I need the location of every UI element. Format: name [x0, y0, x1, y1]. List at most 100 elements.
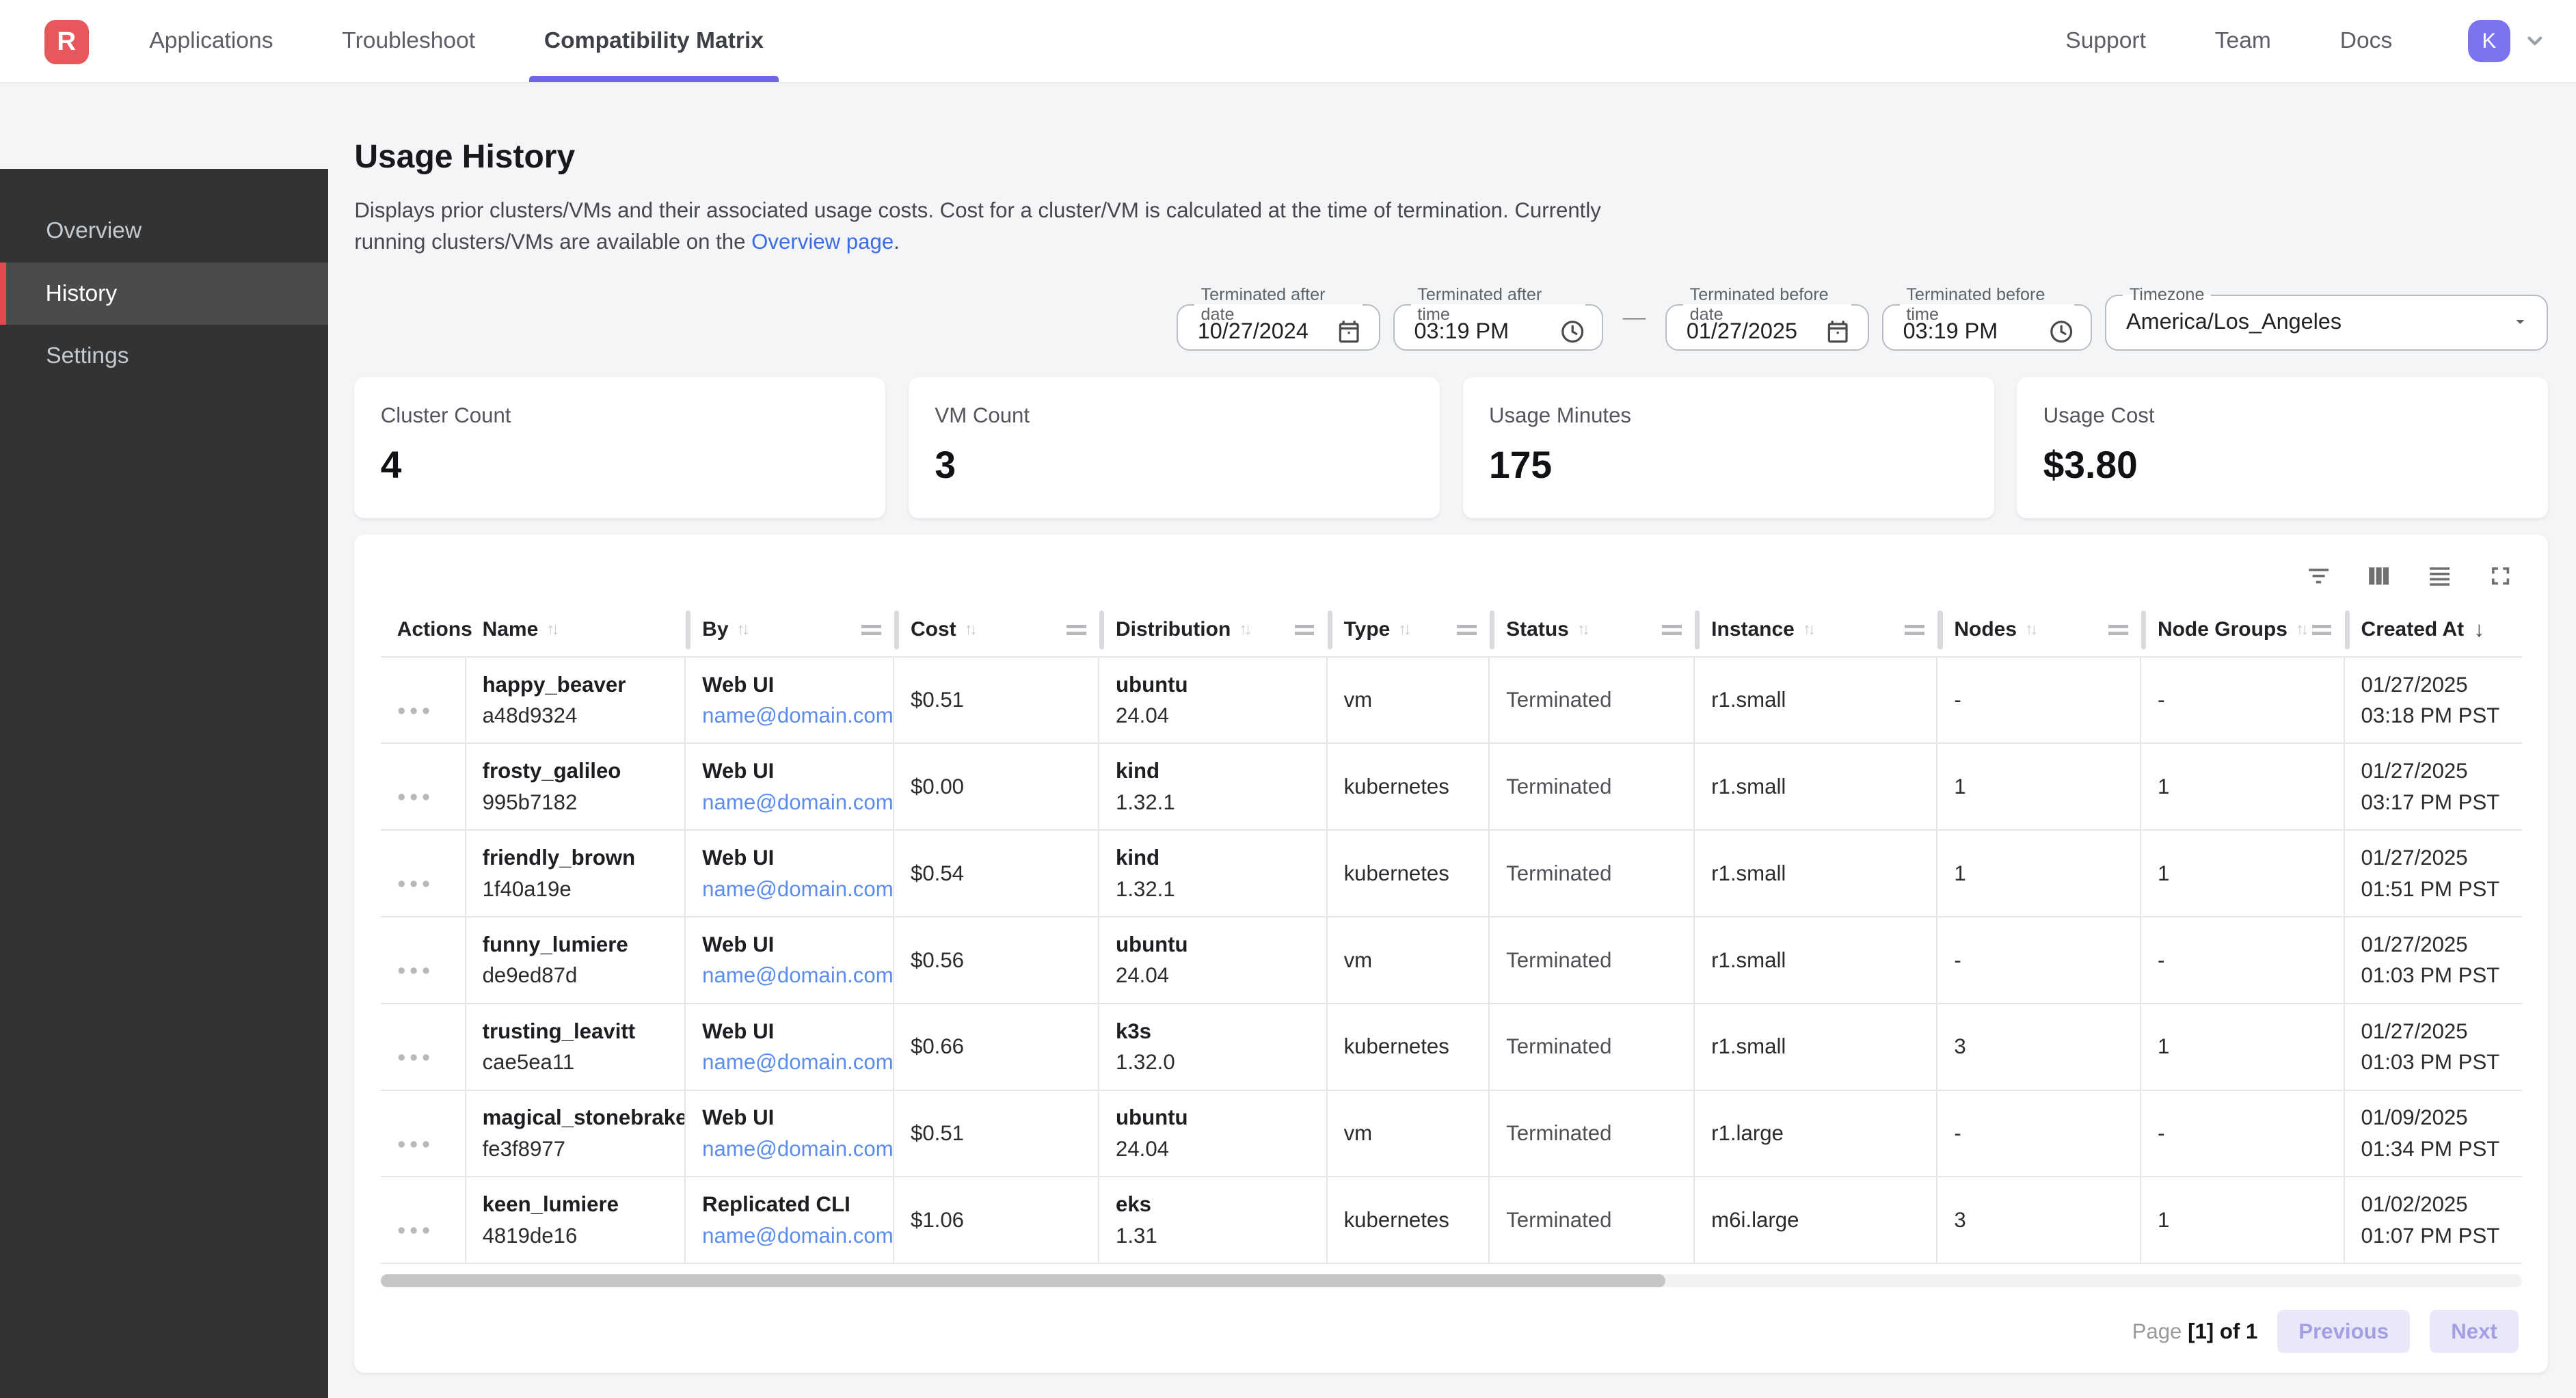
column-header-distribution[interactable]: Distribution↑↓ [1099, 604, 1328, 656]
column-header-name[interactable]: Name↑↓ [466, 604, 686, 656]
cell-instance: r1.small [1695, 658, 1937, 743]
previous-button[interactable]: Previous [2277, 1310, 2410, 1352]
row-actions-icon[interactable]: ●●● [397, 935, 434, 985]
terminated-after-date-field[interactable]: Terminated after date 10/27/2024 [1177, 285, 1380, 351]
tab-troubleshoot[interactable]: Troubleshoot [327, 0, 490, 82]
row-actions-icon[interactable]: ●●● [397, 1195, 434, 1246]
timezone-select[interactable]: Timezone America/Los_Angeles [2105, 285, 2548, 351]
column-header-instance[interactable]: Instance↑↓ [1695, 604, 1937, 656]
sidebar-item-history[interactable]: History [0, 263, 328, 325]
drag-handle-icon[interactable] [861, 625, 881, 634]
sort-icon[interactable]: ↑↓ [1239, 620, 1248, 639]
terminated-after-time-field[interactable]: Terminated after time 03:19 PM [1393, 285, 1603, 351]
column-header-nodes[interactable]: Nodes↑↓ [1937, 604, 2141, 656]
avatar[interactable]: K [2468, 20, 2510, 62]
created-by-email-link[interactable]: name@domain.com [702, 874, 883, 905]
timezone-value[interactable]: America/Los_Angeles [2126, 309, 2342, 334]
created-by-email-link[interactable]: name@domain.com [702, 1047, 883, 1078]
cell-actions: ●●● [381, 831, 466, 916]
calendar-icon[interactable] [1336, 319, 1362, 345]
sort-icon[interactable]: ↑↓ [546, 620, 556, 639]
row-actions-icon[interactable]: ●●● [397, 762, 434, 812]
filter-icon[interactable] [2304, 561, 2333, 591]
drag-handle-icon[interactable] [1457, 625, 1477, 634]
created-by-email-link[interactable]: name@domain.com [702, 700, 883, 731]
clock-icon[interactable] [2048, 319, 2074, 345]
terminated-before-time-field[interactable]: Terminated before time 03:19 PM [1882, 285, 2092, 351]
terminated-after-date-value[interactable]: 10/27/2024 [1198, 319, 1309, 344]
column-separator[interactable] [2345, 610, 2350, 650]
sort-icon[interactable]: ↑↓ [737, 620, 747, 639]
account-menu[interactable]: K [2468, 20, 2547, 62]
column-separator[interactable] [1937, 610, 1942, 650]
terminated-after-time-value[interactable]: 03:19 PM [1414, 319, 1510, 344]
sort-icon[interactable]: ↑↓ [1398, 620, 1408, 639]
columns-icon[interactable] [2364, 561, 2393, 591]
column-separator[interactable] [1695, 610, 1700, 650]
calendar-icon[interactable] [1825, 319, 1851, 345]
column-label: Type [1344, 618, 1391, 641]
nav-link-support[interactable]: Support [2065, 28, 2146, 54]
row-actions-icon[interactable]: ●●● [397, 1108, 434, 1159]
column-separator[interactable] [2141, 610, 2146, 650]
horizontal-scrollbar-thumb[interactable] [381, 1274, 1665, 1287]
terminated-before-date-field[interactable]: Terminated before date 01/27/2025 [1665, 285, 1869, 351]
nav-link-team[interactable]: Team [2215, 28, 2271, 54]
tab-applications[interactable]: Applications [135, 0, 288, 82]
created-time: 01:07 PM PST [2361, 1220, 2512, 1252]
brand-logo[interactable]: R [44, 20, 89, 64]
chevron-down-icon[interactable] [2523, 29, 2547, 53]
drag-handle-icon[interactable] [1905, 625, 1924, 634]
cell-type: kubernetes [1328, 831, 1490, 916]
cell-distribution: ubuntu24.04 [1099, 917, 1328, 1003]
sidebar-item-overview[interactable]: Overview [0, 200, 328, 263]
sort-desc-icon[interactable]: ↓ [2474, 617, 2485, 642]
column-header-status[interactable]: Status↑↓ [1490, 604, 1695, 656]
next-button[interactable]: Next [2430, 1310, 2519, 1352]
created-by-email-link[interactable]: name@domain.com [702, 1133, 883, 1165]
sort-icon[interactable]: ↑↓ [1577, 620, 1587, 639]
nav-link-docs[interactable]: Docs [2340, 28, 2393, 54]
dropdown-arrow-icon[interactable] [2510, 312, 2530, 332]
column-separator[interactable] [1099, 610, 1104, 650]
row-actions-icon[interactable]: ●●● [397, 848, 434, 898]
drag-handle-icon[interactable] [2312, 625, 2332, 634]
column-header-type[interactable]: Type ↑↓ [1328, 604, 1490, 656]
node-groups-value: - [2158, 684, 2333, 716]
terminated-before-date-value[interactable]: 01/27/2025 [1687, 319, 1797, 344]
sort-icon[interactable]: ↑↓ [2296, 620, 2305, 639]
sort-icon[interactable]: ↑↓ [2025, 620, 2035, 639]
density-icon[interactable] [2425, 561, 2454, 591]
horizontal-scrollbar-track[interactable] [381, 1274, 2522, 1287]
cell-type: vm [1328, 658, 1490, 743]
column-separator[interactable] [1328, 610, 1332, 650]
row-actions-icon[interactable]: ●●● [397, 675, 434, 725]
instance-value: r1.small [1711, 858, 1927, 889]
created-date: 01/27/2025 [2361, 755, 2512, 787]
cell-created-at: 01/02/202501:07 PM PST [2345, 1177, 2522, 1263]
column-separator[interactable] [1490, 610, 1494, 650]
cell-actions: ●●● [381, 917, 466, 1003]
clock-icon[interactable] [1559, 319, 1585, 345]
fullscreen-icon[interactable] [2486, 561, 2515, 591]
column-header-cost[interactable]: Cost↑↓ [894, 604, 1099, 656]
created-by-email-link[interactable]: name@domain.com [702, 1220, 883, 1252]
drag-handle-icon[interactable] [1066, 625, 1086, 634]
column-separator[interactable] [686, 610, 690, 650]
column-header-by[interactable]: By↑↓ [686, 604, 894, 656]
drag-handle-icon[interactable] [1662, 625, 1682, 634]
sort-icon[interactable]: ↑↓ [1803, 620, 1812, 639]
terminated-before-time-value[interactable]: 03:19 PM [1903, 319, 1998, 344]
drag-handle-icon[interactable] [2108, 625, 2128, 634]
column-separator[interactable] [894, 610, 899, 650]
column-header-node-groups[interactable]: Node Groups↑↓ [2141, 604, 2345, 656]
created-by-email-link[interactable]: name@domain.com [702, 787, 883, 818]
column-header-created-at[interactable]: Created At↓ [2345, 604, 2522, 656]
tab-compatibility-matrix[interactable]: Compatibility Matrix [529, 0, 778, 82]
sidebar-item-settings[interactable]: Settings [0, 325, 328, 387]
row-actions-icon[interactable]: ●●● [397, 1021, 434, 1072]
created-by-email-link[interactable]: name@domain.com [702, 960, 883, 991]
drag-handle-icon[interactable] [1295, 625, 1315, 634]
overview-page-link[interactable]: Overview page [751, 230, 894, 254]
sort-icon[interactable]: ↑↓ [965, 620, 974, 639]
